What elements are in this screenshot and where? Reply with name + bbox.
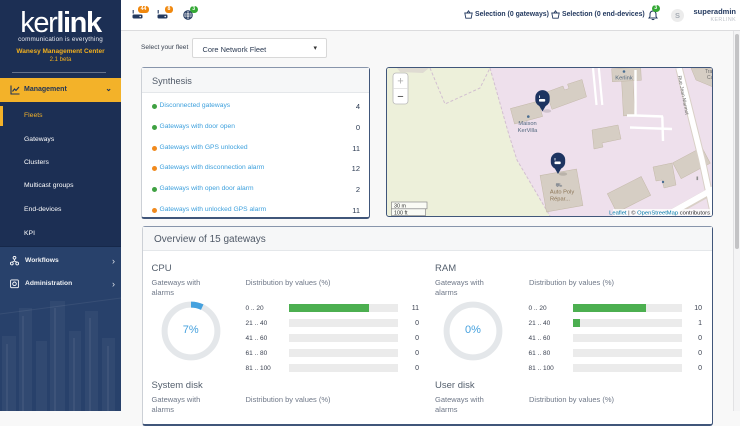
- svg-text:Répar...: Répar...: [550, 197, 570, 203]
- svg-text:100 ft: 100 ft: [394, 210, 408, 216]
- svg-text:Kerlink: Kerlink: [615, 76, 633, 82]
- svg-text:⛟: ⛟: [556, 183, 564, 189]
- svg-text:Maison: Maison: [518, 121, 536, 127]
- svg-text:Auto Poly: Auto Poly: [550, 190, 575, 196]
- svg-text:Cal...: Cal...: [707, 75, 712, 81]
- svg-text:−: −: [397, 91, 403, 103]
- svg-text:KerVilla: KerVilla: [518, 128, 538, 134]
- svg-text:30 m: 30 m: [394, 203, 406, 209]
- svg-text:+: +: [397, 76, 403, 88]
- svg-text:Leaflet | © OpenStreetMap cont: Leaflet | © OpenStreetMap contributors: [609, 210, 710, 217]
